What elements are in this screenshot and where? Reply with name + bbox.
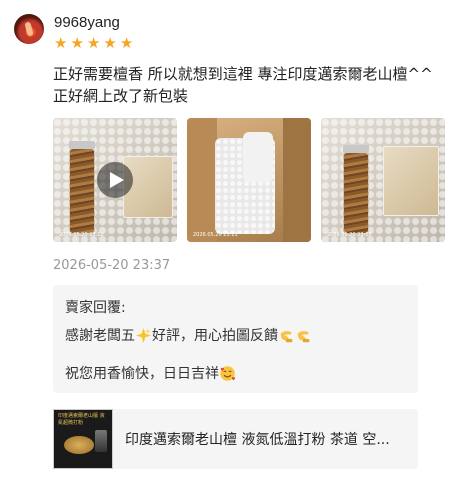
review-date: 2026-05-20 23:37 [53,258,171,273]
star-icon: ★ [86,34,101,52]
seller-reply-title: 賣家回覆: [65,300,126,316]
review-header: 9968yang ★ ★ ★ ★ ★ [14,14,133,51]
star-icon: ★ [54,34,68,52]
product-thumbnail[interactable]: 印度邁索爾老山檀 液氮超微打粉 [53,409,113,469]
reply-text: 感謝老闆五 [65,328,135,344]
hand-emoji [297,330,310,342]
star-icon: ★ [119,34,134,52]
photo-timestamp: 2026.05.20 23:12 [59,232,104,238]
photo-timestamp: 2026.05.20 23:02 [327,232,372,238]
star-icon: ★ [103,34,117,52]
photo-timestamp: 2026.05.20 23:11 [193,232,238,238]
smiling-face-with-hearts-emoji [220,365,236,381]
avatar[interactable] [14,14,44,44]
username[interactable]: 9968yang [54,14,133,32]
seller-reply-line-1: 感謝老闆五 好評，用心拍圖反饋 [65,325,312,345]
reply-text: 祝您用香愉快，日日吉祥 [65,366,219,382]
review-video-thumbnail[interactable]: 2026.05.20 23:12 [53,118,177,242]
reply-text: 好評，用心拍圖反饋 [152,328,278,344]
product-card[interactable]: 印度邁索爾老山檀 液氮超微打粉 印度邁索爾老山檀 液氮低溫打粉 茶道 空... [53,409,418,469]
hand-emoji [280,330,293,342]
product-title[interactable]: 印度邁索爾老山檀 液氮低溫打粉 茶道 空... [125,429,409,449]
rating-stars: ★ ★ ★ ★ ★ [54,36,133,51]
user-block: 9968yang ★ ★ ★ ★ ★ [54,14,133,51]
play-icon[interactable] [97,162,133,198]
seller-reply-line-2: 祝您用香愉快，日日吉祥 [65,363,236,383]
seller-reply: 賣家回覆: 感謝老闆五 好評，用心拍圖反饋 祝您用香愉快，日日吉祥 [53,285,418,393]
review-text: 正好需要檀香 所以就想到這裡 專注印度邁索爾老山檀^^ 正好網上改了新包裝 [53,65,433,105]
review-photos: 2026.05.20 23:12 2026.05.20 23:11 2026.0… [53,118,445,242]
review-photo[interactable]: 2026.05.20 23:11 [187,118,311,242]
star-icon: ★ [70,34,84,52]
review-photo[interactable]: 2026.05.20 23:02 [321,118,445,242]
product-thumbnail-caption: 印度邁索爾老山檀 液氮超微打粉 [58,413,105,426]
sparkle-emoji [135,327,152,343]
